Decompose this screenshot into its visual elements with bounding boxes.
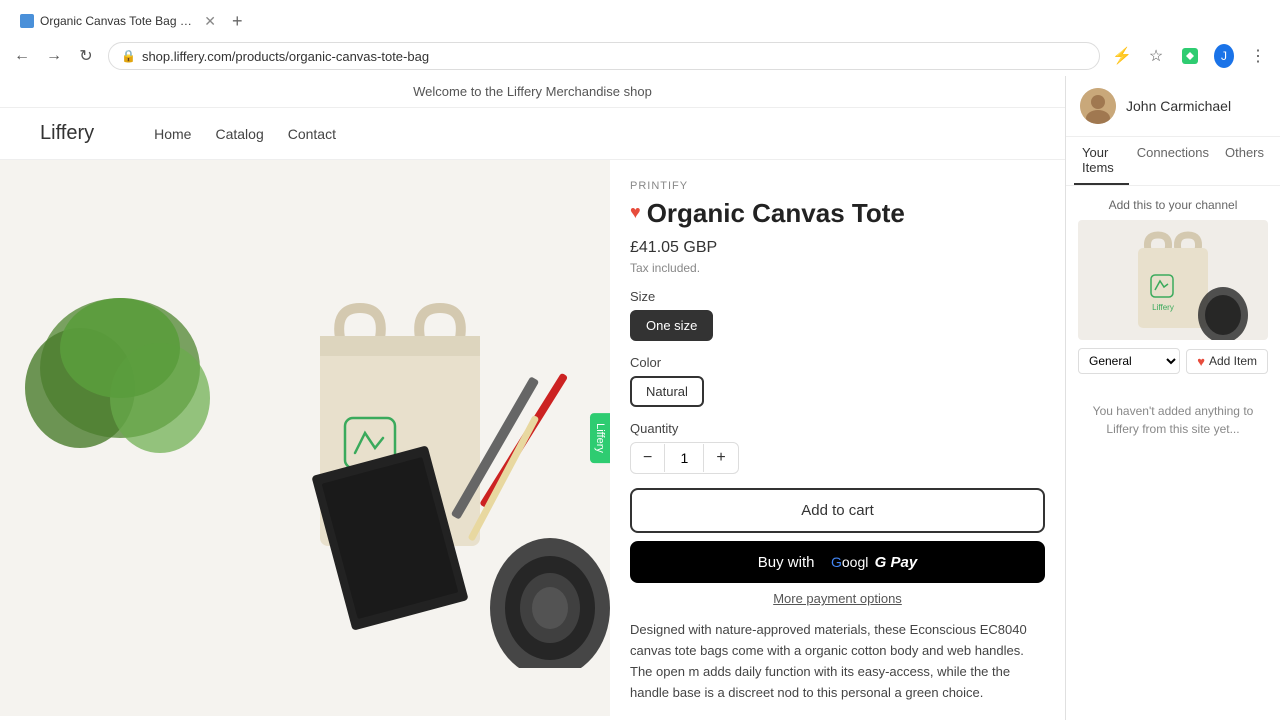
add-to-channel-text: Add this to your channel xyxy=(1078,198,1268,212)
product-price: £41.05 GBP xyxy=(630,239,1045,257)
price-note: Tax included. xyxy=(630,261,1045,275)
shop-banner: Welcome to the Liffery Merchandise shop xyxy=(0,76,1065,108)
buy-with-gpay-button[interactable]: Buy with Google G Pay xyxy=(630,541,1045,583)
quantity-decrease-button[interactable]: − xyxy=(631,443,664,473)
add-item-label: Add Item xyxy=(1209,354,1257,368)
product-features: .: 100% Certified Organic Cotton xyxy=(630,713,1045,716)
toolbar-actions: ⚡ ☆ J ⋮ xyxy=(1108,42,1272,70)
size-label: Size xyxy=(630,289,1045,304)
liffery-extension-button[interactable] xyxy=(1176,42,1204,70)
page-wrapper: Welcome to the Liffery Merchandise shop … xyxy=(0,76,1280,720)
forward-button[interactable]: → xyxy=(40,42,68,70)
product-brand: PRINTIFY xyxy=(630,180,1045,192)
nav-catalog[interactable]: Catalog xyxy=(215,126,263,142)
refresh-button[interactable]: ↻ xyxy=(72,42,100,70)
security-icon: 🔒 xyxy=(121,49,136,63)
product-image-area: Liffery xyxy=(0,160,610,716)
nav-buttons: ← → ↻ xyxy=(8,42,100,70)
sidebar-tabs: Your Items Connections Others xyxy=(1066,137,1280,186)
gpay-text: G Pay xyxy=(875,554,918,571)
profile-badge: J xyxy=(1214,44,1234,68)
bookmark-button[interactable]: ☆ xyxy=(1142,42,1170,70)
quantity-label: Quantity xyxy=(630,421,1045,436)
user-avatar xyxy=(1080,88,1116,124)
profile-button[interactable]: J xyxy=(1210,42,1238,70)
channel-select[interactable]: General xyxy=(1078,348,1180,374)
tab-your-items[interactable]: Your Items xyxy=(1074,137,1129,185)
tab-favicon xyxy=(20,14,34,28)
active-tab[interactable]: Organic Canvas Tote Bag – L... ✕ xyxy=(8,7,228,35)
browser-tabs: Organic Canvas Tote Bag – L... ✕ + xyxy=(0,0,1280,36)
add-to-cart-button[interactable]: Add to cart xyxy=(630,488,1045,533)
nav-contact[interactable]: Contact xyxy=(288,126,336,142)
browser-chrome: Organic Canvas Tote Bag – L... ✕ + ← → ↻… xyxy=(0,0,1280,76)
liffery-tab-indicator[interactable]: Liffery xyxy=(590,413,610,463)
nav-home[interactable]: Home xyxy=(154,126,191,142)
sidebar-product-thumbnail: Liffery xyxy=(1078,220,1268,340)
shop-nav: Liffery Home Catalog Contact xyxy=(0,108,1065,160)
channel-controls: General ♥ Add Item xyxy=(1078,348,1268,374)
color-label: Color xyxy=(630,355,1045,370)
svg-text:Liffery: Liffery xyxy=(1152,303,1174,312)
tab-title: Organic Canvas Tote Bag – L... xyxy=(40,14,194,28)
product-area: Liffery xyxy=(0,160,1065,716)
address-bar[interactable]: 🔒 shop.liffery.com/products/organic-canv… xyxy=(108,42,1100,70)
product-description: Designed with nature-approved materials,… xyxy=(630,620,1045,703)
quantity-section: Quantity − 1 + xyxy=(630,421,1045,474)
sidebar-add-section: Add this to your channel Liffery xyxy=(1066,186,1280,386)
sidebar-user-header: John Carmichael xyxy=(1066,76,1280,137)
menu-button[interactable]: ⋮ xyxy=(1244,42,1272,70)
sidebar-empty-message: You haven't added anything to Liffery fr… xyxy=(1066,386,1280,454)
product-image-background: Liffery xyxy=(0,160,610,716)
shop-nav-links: Home Catalog Contact xyxy=(154,126,336,142)
svg-text:Google: Google xyxy=(831,554,869,570)
heart-icon: ♥ xyxy=(1197,354,1205,369)
banner-text: Welcome to the Liffery Merchandise shop xyxy=(413,84,652,99)
product-title: Organic Canvas Tote xyxy=(647,198,905,229)
liffery-sidebar: John Carmichael Your Items Connections O… xyxy=(1065,76,1280,720)
main-content: Welcome to the Liffery Merchandise shop … xyxy=(0,76,1065,720)
color-option-button[interactable]: Natural xyxy=(630,376,704,407)
url-text: shop.liffery.com/products/organic-canvas… xyxy=(142,49,429,64)
user-name: John Carmichael xyxy=(1126,98,1231,114)
product-image-svg: Liffery xyxy=(0,208,610,668)
shop-logo: Liffery xyxy=(40,122,94,145)
more-payment-options-link[interactable]: More payment options xyxy=(630,591,1045,606)
quantity-increase-button[interactable]: + xyxy=(704,443,737,473)
quantity-control: − 1 + xyxy=(630,442,739,474)
gpay-logo: Google xyxy=(831,553,869,571)
product-details: PRINTIFY ♥ Organic Canvas Tote £41.05 GB… xyxy=(610,160,1065,716)
liffery-tab-label: Liffery xyxy=(594,423,606,453)
browser-toolbar: ← → ↻ 🔒 shop.liffery.com/products/organi… xyxy=(0,36,1280,76)
new-tab-button[interactable]: + xyxy=(232,12,243,30)
tab-connections[interactable]: Connections xyxy=(1129,137,1217,185)
wishlist-icon[interactable]: ♥ xyxy=(630,202,641,223)
tab-others[interactable]: Others xyxy=(1217,137,1272,185)
add-item-button[interactable]: ♥ Add Item xyxy=(1186,349,1268,374)
size-option-button[interactable]: One size xyxy=(630,310,713,341)
buy-now-label: Buy with xyxy=(758,554,815,571)
extensions-button[interactable]: ⚡ xyxy=(1108,42,1136,70)
close-tab-button[interactable]: ✕ xyxy=(204,13,216,30)
back-button[interactable]: ← xyxy=(8,42,36,70)
quantity-value: 1 xyxy=(664,444,704,472)
